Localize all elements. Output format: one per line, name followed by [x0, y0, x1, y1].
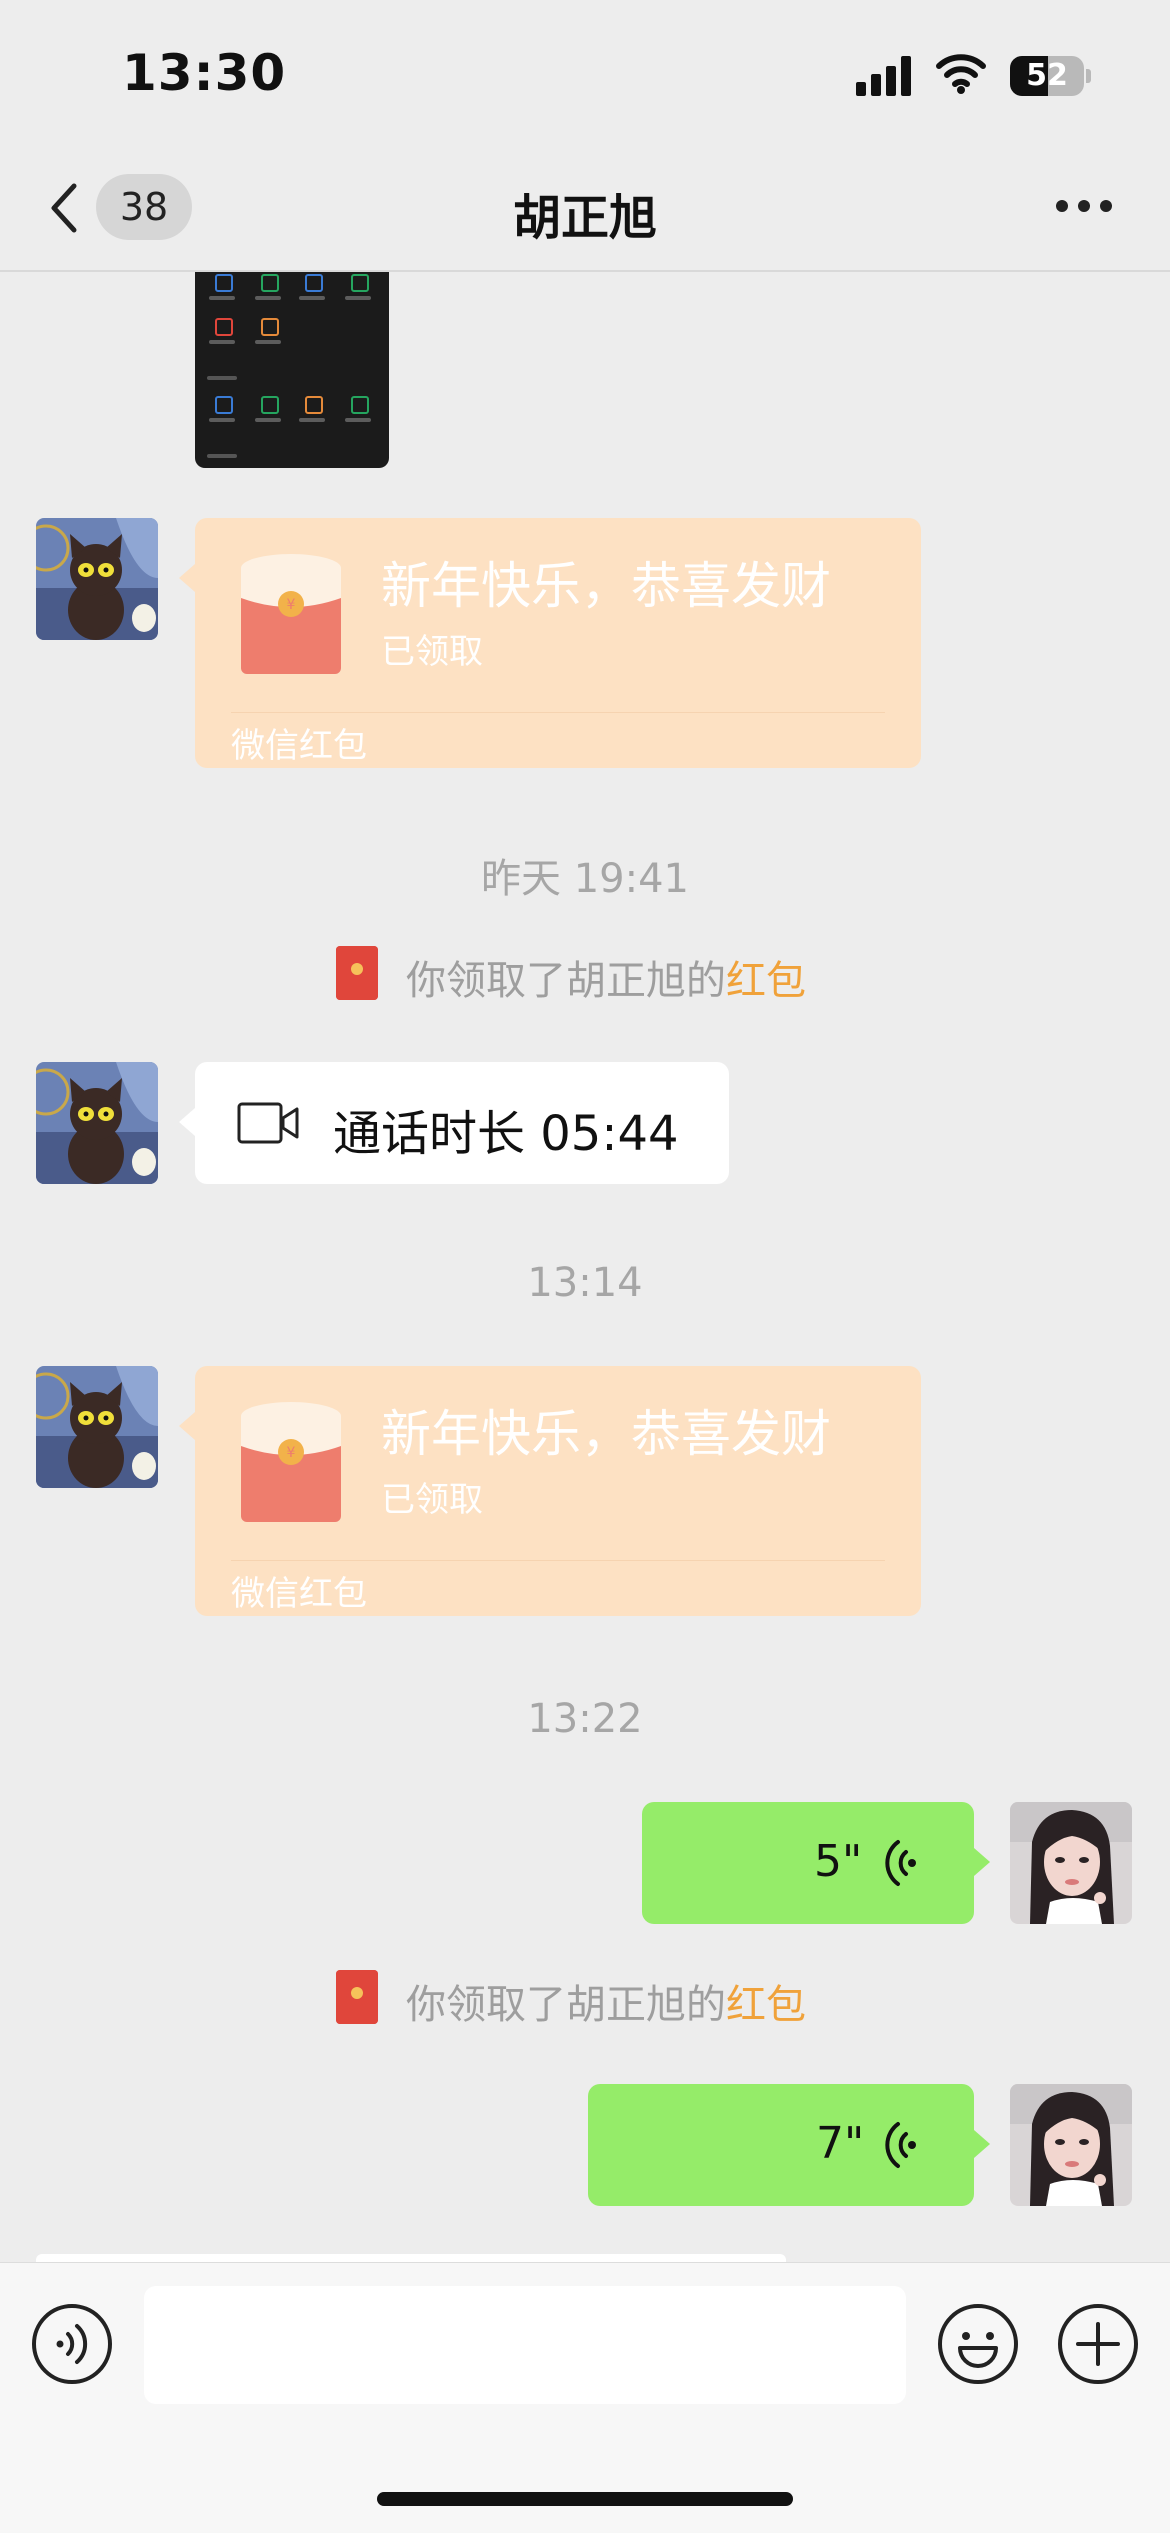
my-avatar[interactable] — [1010, 1802, 1132, 1924]
home-indicator[interactable] — [377, 2492, 793, 2506]
red-packet-icon: ¥ — [239, 1402, 343, 1524]
plus-icon[interactable] — [1056, 2302, 1140, 2386]
red-packet-status: 已领取 — [381, 1480, 483, 1520]
red-packet-card[interactable]: ¥ 新年快乐，恭喜发财 已领取 微信红包 — [195, 1366, 921, 1616]
voice-duration: 5" — [814, 1836, 863, 1887]
red-packet-greeting: 新年快乐，恭喜发财 — [381, 1405, 831, 1463]
video-camera-icon — [237, 1102, 301, 1144]
system-message-text: 你领取了胡正旭的 — [406, 1982, 726, 2028]
svg-text:¥: ¥ — [287, 597, 296, 613]
red-packet-small-icon — [336, 946, 378, 1000]
more-icon[interactable] — [1056, 200, 1116, 214]
red-packet-icon: ¥ — [239, 554, 343, 676]
my-avatar[interactable] — [1010, 2084, 1132, 2206]
battery-icon: 52 — [1010, 56, 1091, 96]
contact-avatar[interactable] — [36, 518, 158, 640]
call-record-bubble[interactable]: 通话时长 05:44 — [195, 1062, 729, 1184]
call-duration-text: 通话时长 05:44 — [333, 1106, 679, 1162]
contact-avatar[interactable] — [36, 1366, 158, 1488]
voice-message-bubble[interactable]: 7" — [588, 2084, 974, 2206]
nav-divider — [0, 270, 1170, 272]
voice-wave-icon — [882, 1838, 922, 1888]
red-packet-footer: 微信红包 — [231, 1574, 367, 1614]
red-packet-link[interactable]: 红包 — [726, 1982, 806, 2028]
red-packet-greeting: 新年快乐，恭喜发财 — [381, 557, 831, 615]
status-time: 13:30 — [122, 44, 287, 102]
cellular-signal-icon — [856, 56, 916, 96]
bubble-tail — [179, 1412, 195, 1440]
voice-duration: 7" — [816, 2118, 865, 2169]
contact-avatar[interactable] — [36, 1062, 158, 1184]
red-packet-divider — [231, 712, 885, 713]
red-packet-small-icon — [336, 1970, 378, 2024]
svg-text:¥: ¥ — [287, 1445, 296, 1461]
voice-wave-icon — [882, 2120, 922, 2170]
red-packet-link[interactable]: 红包 — [726, 958, 806, 1004]
battery-level: 52 — [1026, 58, 1068, 93]
red-packet-card[interactable]: ¥ 新年快乐，恭喜发财 已领取 微信红包 — [195, 518, 921, 768]
message-input[interactable] — [144, 2286, 906, 2404]
timestamp: 13:14 — [527, 1260, 643, 1306]
emoji-icon[interactable] — [936, 2302, 1020, 2386]
bubble-tail — [974, 2130, 990, 2158]
system-message: 你领取了胡正旭的红包 — [336, 1970, 856, 2028]
red-packet-status: 已领取 — [381, 632, 483, 672]
red-packet-divider — [231, 1560, 885, 1561]
timestamp: 昨天 19:41 — [481, 856, 689, 902]
system-message-text: 你领取了胡正旭的 — [406, 958, 726, 1004]
bubble-tail — [974, 1848, 990, 1876]
bubble-tail — [179, 1108, 195, 1136]
unread-count-badge[interactable]: 38 — [96, 174, 192, 240]
voice-message-bubble[interactable]: 5" — [642, 1802, 974, 1924]
system-message: 你领取了胡正旭的红包 — [336, 946, 856, 1004]
chat-title[interactable]: 胡正旭 — [385, 178, 785, 248]
bubble-tail — [179, 564, 195, 592]
next-message-peek — [36, 2254, 786, 2262]
back-chevron-icon[interactable] — [44, 178, 84, 238]
wifi-icon — [936, 52, 986, 94]
timestamp: 13:22 — [527, 1696, 643, 1742]
image-message-thumbnail[interactable] — [195, 272, 389, 468]
red-packet-footer: 微信红包 — [231, 726, 367, 766]
voice-mode-icon[interactable] — [30, 2302, 114, 2386]
